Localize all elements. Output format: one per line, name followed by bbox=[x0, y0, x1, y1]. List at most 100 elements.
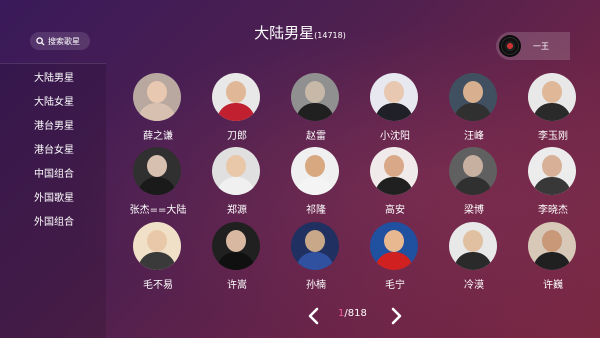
avatar-head bbox=[305, 155, 325, 177]
avatar-head bbox=[542, 230, 562, 252]
avatar-body bbox=[217, 177, 255, 195]
singer-card[interactable]: 刀郎 bbox=[207, 73, 267, 143]
singer-name: 张杰==大陆 bbox=[129, 205, 187, 216]
avatar-body bbox=[533, 103, 571, 121]
singer-name: 许巍 bbox=[543, 280, 563, 291]
avatar-head bbox=[147, 230, 167, 252]
page-indicator: 1/818 bbox=[338, 308, 367, 319]
singer-card[interactable]: 汪峰 bbox=[444, 73, 504, 143]
avatar-body bbox=[217, 103, 255, 121]
avatar-head bbox=[147, 155, 167, 177]
chevron-right-icon[interactable] bbox=[386, 306, 406, 326]
avatar-body bbox=[454, 103, 492, 121]
sidebar-item-foreign-singer[interactable]: 外国歌星 bbox=[34, 189, 74, 204]
sidebar-item-mainland-male[interactable]: 大陆男星 bbox=[34, 69, 74, 84]
avatar-body bbox=[296, 177, 334, 195]
now-playing-text: 一王 bbox=[533, 41, 549, 51]
sidebar-item-hktw-male[interactable]: 港台男星 bbox=[34, 117, 74, 132]
avatar-head bbox=[463, 81, 483, 103]
singer-avatar bbox=[291, 222, 339, 270]
singer-avatar bbox=[449, 73, 497, 121]
singer-name: 祁隆 bbox=[306, 205, 326, 216]
sidebar-item-china-group[interactable]: 中国组合 bbox=[34, 165, 74, 180]
avatar-head bbox=[542, 81, 562, 103]
singer-name: 毛不易 bbox=[143, 280, 173, 291]
singer-name: 许嵩 bbox=[227, 280, 247, 291]
singer-card[interactable]: 许嵩 bbox=[207, 222, 267, 292]
singer-avatar bbox=[133, 222, 181, 270]
singer-card[interactable]: 郑源 bbox=[207, 147, 267, 217]
singer-avatar bbox=[528, 73, 576, 121]
avatar-body bbox=[138, 103, 176, 121]
singer-card[interactable]: 高安 bbox=[365, 147, 425, 217]
singer-name: 李晓杰 bbox=[538, 205, 568, 216]
singer-card[interactable]: 赵雷 bbox=[286, 73, 346, 143]
singer-avatar bbox=[370, 147, 418, 195]
vinyl-disc-icon bbox=[499, 35, 521, 57]
singer-avatar bbox=[212, 73, 260, 121]
now-playing-button[interactable]: 一王 bbox=[496, 32, 570, 60]
singer-avatar bbox=[370, 222, 418, 270]
singer-name: 刀郎 bbox=[227, 131, 247, 142]
singer-card[interactable]: 毛不易 bbox=[128, 222, 188, 292]
singer-avatar bbox=[212, 222, 260, 270]
singer-name: 李玉刚 bbox=[538, 131, 568, 142]
category-title: 大陆男星 bbox=[254, 24, 315, 42]
avatar-body bbox=[533, 177, 571, 195]
avatar-body bbox=[138, 252, 176, 270]
singer-avatar bbox=[528, 147, 576, 195]
avatar-body bbox=[375, 103, 413, 121]
singer-avatar bbox=[212, 147, 260, 195]
singer-avatar bbox=[291, 73, 339, 121]
sidebar-item-foreign-group[interactable]: 外国组合 bbox=[34, 213, 74, 228]
avatar-head bbox=[463, 230, 483, 252]
avatar-head bbox=[463, 155, 483, 177]
singer-name: 小沈阳 bbox=[380, 131, 410, 142]
avatar-head bbox=[384, 81, 404, 103]
avatar-body bbox=[454, 177, 492, 195]
singer-card[interactable]: 梁博 bbox=[444, 147, 504, 217]
singer-name: 孙楠 bbox=[306, 280, 326, 291]
singer-name: 赵雷 bbox=[306, 131, 326, 142]
avatar-head bbox=[542, 155, 562, 177]
sidebar-item-mainland-female[interactable]: 大陆女星 bbox=[34, 93, 74, 108]
avatar-body bbox=[375, 252, 413, 270]
singer-name: 薛之谦 bbox=[143, 131, 173, 142]
singer-card[interactable]: 孙楠 bbox=[286, 222, 346, 292]
singer-name: 梁博 bbox=[464, 205, 484, 216]
avatar-body bbox=[454, 252, 492, 270]
singer-card[interactable]: 许巍 bbox=[523, 222, 583, 292]
avatar-head bbox=[384, 230, 404, 252]
singer-card[interactable]: 小沈阳 bbox=[365, 73, 425, 143]
singer-count: (14718) bbox=[314, 31, 346, 40]
chevron-left-icon[interactable] bbox=[304, 306, 324, 326]
total-pages: /818 bbox=[344, 308, 367, 319]
singer-card[interactable]: 张杰==大陆 bbox=[128, 147, 188, 217]
avatar-head bbox=[226, 230, 246, 252]
singer-avatar bbox=[449, 147, 497, 195]
avatar-head bbox=[305, 230, 325, 252]
avatar-head bbox=[147, 81, 167, 103]
app-window: { "search": {"label": "搜索歌星", "icon": "s… bbox=[0, 0, 600, 338]
singer-card[interactable]: 毛宁 bbox=[365, 222, 425, 292]
singer-card[interactable]: 祁隆 bbox=[286, 147, 346, 217]
avatar-body bbox=[296, 252, 334, 270]
avatar-body bbox=[375, 177, 413, 195]
avatar-head bbox=[226, 155, 246, 177]
avatar-body bbox=[533, 252, 571, 270]
singer-avatar bbox=[291, 147, 339, 195]
avatar-head bbox=[384, 155, 404, 177]
avatar-head bbox=[226, 81, 246, 103]
sidebar-item-hktw-female[interactable]: 港台女星 bbox=[34, 141, 74, 156]
singer-avatar bbox=[133, 73, 181, 121]
singer-avatar bbox=[528, 222, 576, 270]
singer-card[interactable]: 李晓杰 bbox=[523, 147, 583, 217]
singer-card[interactable]: 李玉刚 bbox=[523, 73, 583, 143]
singer-name: 毛宁 bbox=[385, 280, 405, 291]
singer-name: 汪峰 bbox=[464, 131, 484, 142]
singer-card[interactable]: 冷漠 bbox=[444, 222, 504, 292]
avatar-body bbox=[217, 252, 255, 270]
singer-avatar bbox=[133, 147, 181, 195]
singer-card[interactable]: 薛之谦 bbox=[128, 73, 188, 143]
singer-avatar bbox=[449, 222, 497, 270]
